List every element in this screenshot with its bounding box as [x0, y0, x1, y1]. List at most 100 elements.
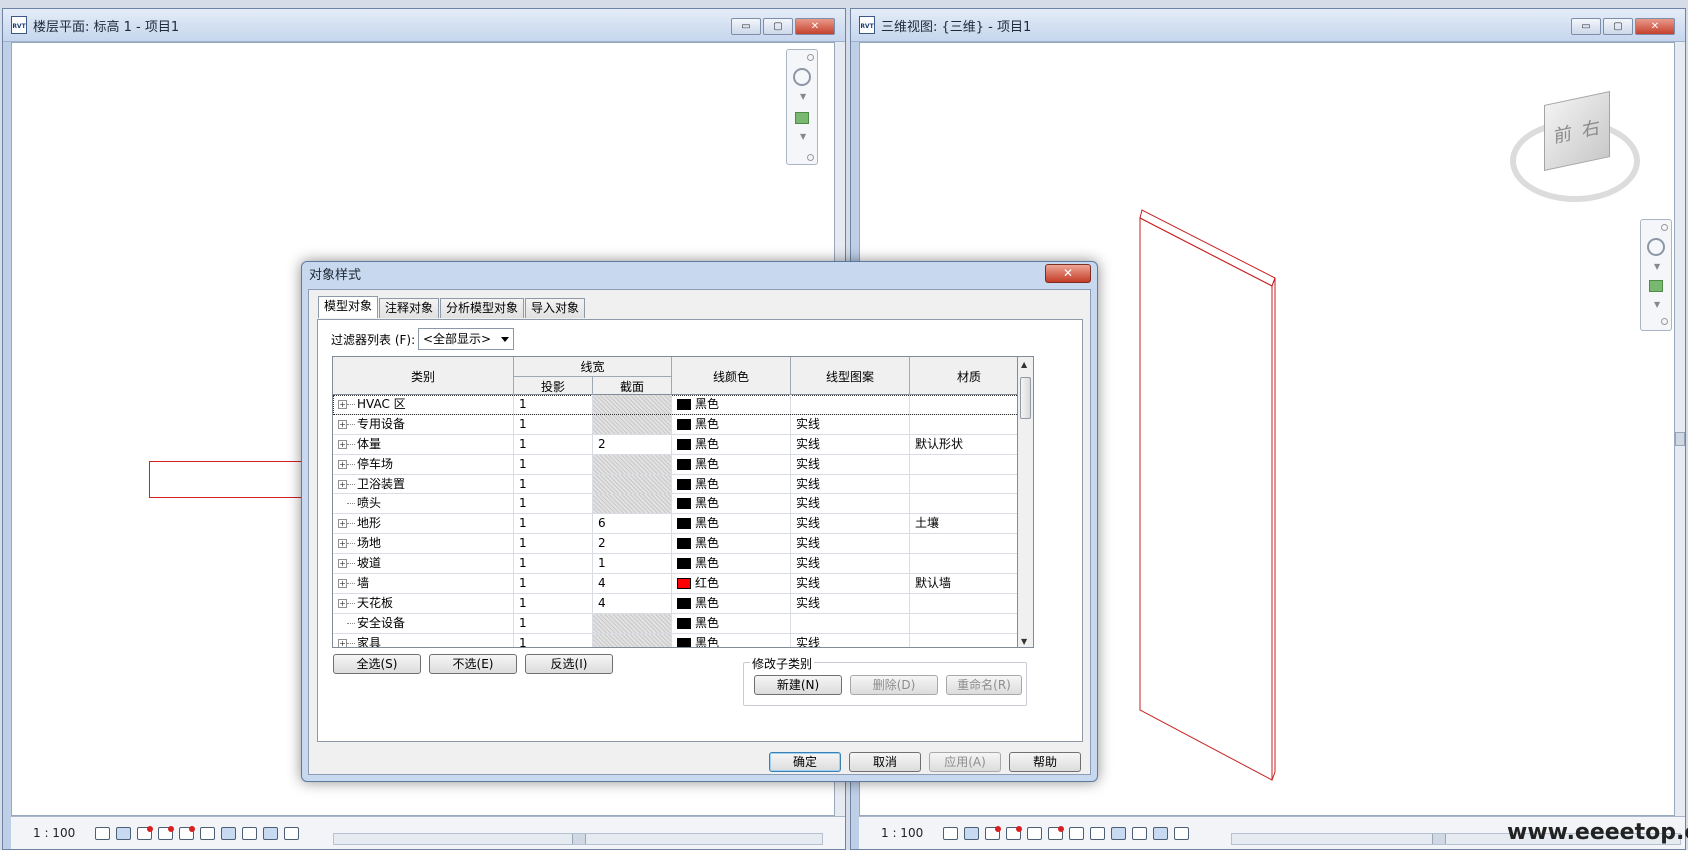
cut-weight-cell[interactable]	[593, 474, 672, 494]
expand-icon[interactable]: +	[338, 419, 347, 429]
column-header-category[interactable]: 类别	[333, 357, 514, 395]
line-color-cell[interactable]: 黑色	[672, 414, 791, 434]
design-options-icon[interactable]	[284, 826, 300, 840]
material-cell[interactable]	[910, 494, 1017, 513]
category-cell[interactable]: + 地形	[333, 514, 514, 534]
projection-weight-cell[interactable]: 1	[514, 514, 593, 534]
shadows-icon[interactable]	[158, 825, 175, 840]
line-color-cell[interactable]: 黑色	[672, 494, 791, 514]
material-cell[interactable]	[910, 554, 1017, 573]
line-pattern-cell[interactable]: 实线	[791, 514, 910, 534]
material-cell[interactable]: 默认墙	[910, 574, 1017, 593]
dialog-close-button[interactable]: ✕	[1045, 264, 1091, 283]
projection-weight-cell[interactable]: 1	[514, 574, 593, 594]
chevron-down-icon[interactable]: ▼	[1654, 300, 1660, 309]
line-color-cell[interactable]: 黑色	[672, 534, 791, 554]
maximize-button[interactable]: ▢	[1603, 18, 1633, 35]
cut-weight-cell[interactable]	[593, 494, 672, 514]
apply-button[interactable]: 应用(A)	[929, 752, 1001, 772]
expand-icon[interactable]: +	[338, 459, 347, 469]
new-subcategory-button[interactable]: 新建(N)	[754, 675, 842, 695]
table-row[interactable]: + 场地 1 2 黑色 实线	[333, 534, 1017, 555]
chevron-down-icon[interactable]: ▼	[800, 92, 806, 101]
cut-weight-cell[interactable]: 4	[593, 593, 672, 613]
object-styles-table[interactable]: 类别 线宽 投影 截面 线颜色 线型图案 材质 + HVAC 区 1 黑色 + 专用设备 1…	[332, 356, 1018, 648]
projection-weight-cell[interactable]: 1	[514, 554, 593, 574]
close-button[interactable]: ✕	[1635, 18, 1675, 35]
resize-handle-icon[interactable]	[807, 154, 814, 161]
temporary-hide-icon[interactable]	[1111, 826, 1127, 840]
object-styles-dialog[interactable]: 对象样式 ✕ 模型对象 注释对象 分析模型对象 导入对象 过滤器列表 (F): …	[301, 261, 1098, 782]
minimize-button[interactable]: ▭	[731, 18, 761, 35]
worksharing-icon[interactable]	[263, 826, 279, 840]
wall-3d-model[interactable]	[1130, 200, 1280, 790]
cut-weight-cell[interactable]	[593, 633, 672, 647]
detail-level-icon[interactable]	[943, 826, 959, 840]
vertical-scroll-thumb[interactable]	[1675, 432, 1685, 446]
table-row[interactable]: + 停车场 1 黑色 实线	[333, 454, 1017, 475]
expand-icon[interactable]: +	[338, 479, 347, 489]
category-cell[interactable]: 喷头	[333, 494, 514, 514]
line-pattern-cell[interactable]: 实线	[791, 554, 910, 574]
table-row[interactable]: + 体量 1 2 黑色 实线 默认形状	[333, 434, 1017, 455]
close-icon[interactable]	[807, 54, 814, 61]
show-crop-region-icon[interactable]	[1069, 826, 1085, 840]
column-header-line-color[interactable]: 线颜色	[672, 357, 791, 395]
filter-list-select[interactable]: <全部显示>	[418, 328, 514, 350]
material-cell[interactable]	[910, 614, 1017, 633]
line-color-cell[interactable]: 黑色	[672, 613, 791, 633]
tab-model-objects[interactable]: 模型对象	[318, 296, 379, 318]
close-icon[interactable]	[1661, 224, 1668, 231]
line-color-cell[interactable]: 黑色	[672, 633, 791, 647]
crop-view-icon[interactable]	[179, 825, 196, 840]
column-header-projection[interactable]: 投影	[514, 376, 593, 395]
cut-weight-cell[interactable]: 2	[593, 434, 672, 454]
ok-button[interactable]: 确定	[769, 752, 841, 772]
category-cell[interactable]: + 坡道	[333, 554, 514, 574]
table-row[interactable]: + 地形 1 6 黑色 实线 土壤	[333, 514, 1017, 535]
table-row[interactable]: + 天花板 1 4 黑色 实线	[333, 593, 1017, 614]
sun-path-icon[interactable]	[985, 825, 1002, 840]
table-row[interactable]: + HVAC 区 1 黑色	[333, 395, 1017, 415]
steering-wheel-icon[interactable]	[1647, 238, 1665, 256]
material-cell[interactable]	[910, 455, 1017, 474]
material-cell[interactable]	[910, 415, 1017, 434]
table-scroll-thumb[interactable]	[1020, 377, 1031, 419]
table-row[interactable]: + 坡道 1 1 黑色 实线	[333, 554, 1017, 575]
scroll-down-icon[interactable]: ▼	[1021, 637, 1027, 646]
tab-annotation-objects[interactable]: 注释对象	[379, 298, 440, 318]
material-cell[interactable]	[910, 395, 1017, 414]
tab-imported-objects[interactable]: 导入对象	[525, 298, 586, 318]
cut-weight-cell[interactable]: 6	[593, 514, 672, 534]
table-row[interactable]: + 家具 1 黑色 实线	[333, 633, 1017, 647]
render-icon[interactable]	[1027, 826, 1043, 840]
minimize-button[interactable]: ▭	[1571, 18, 1601, 35]
line-pattern-cell[interactable]: 实线	[791, 494, 910, 514]
steering-wheel-icon[interactable]	[793, 68, 811, 86]
3d-view-titlebar[interactable]: RVT 三维视图: {三维} - 项目1 ▭ ▢ ✕	[851, 9, 1685, 42]
category-cell[interactable]: + 停车场	[333, 454, 514, 474]
line-color-cell[interactable]: 黑色	[672, 593, 791, 613]
material-cell[interactable]	[910, 475, 1017, 494]
category-cell[interactable]: + 墙	[333, 574, 514, 594]
expand-icon[interactable]: +	[338, 439, 347, 449]
visual-style-icon[interactable]	[964, 826, 980, 840]
cut-weight-cell[interactable]: 2	[593, 534, 672, 554]
line-pattern-cell[interactable]	[791, 613, 910, 633]
line-color-cell[interactable]: 黑色	[672, 434, 791, 454]
reveal-hidden-icon[interactable]	[1132, 826, 1148, 840]
select-all-button[interactable]: 全选(S)	[333, 654, 421, 674]
zoom-icon[interactable]	[1649, 280, 1663, 292]
table-row[interactable]: 安全设备 1 黑色	[333, 613, 1017, 634]
line-pattern-cell[interactable]: 实线	[791, 474, 910, 494]
line-pattern-cell[interactable]	[791, 395, 910, 414]
expand-icon[interactable]: +	[338, 579, 347, 589]
cut-weight-cell[interactable]	[593, 454, 672, 474]
line-color-cell[interactable]: 黑色	[672, 514, 791, 534]
line-color-cell[interactable]: 红色	[672, 574, 791, 594]
line-color-cell[interactable]: 黑色	[672, 395, 791, 414]
expand-icon[interactable]: +	[338, 539, 347, 549]
horizontal-scroll-thumb[interactable]	[572, 834, 586, 844]
navigation-bar[interactable]: ▼ ▼	[786, 49, 818, 165]
select-none-button[interactable]: 不选(E)	[429, 654, 517, 674]
